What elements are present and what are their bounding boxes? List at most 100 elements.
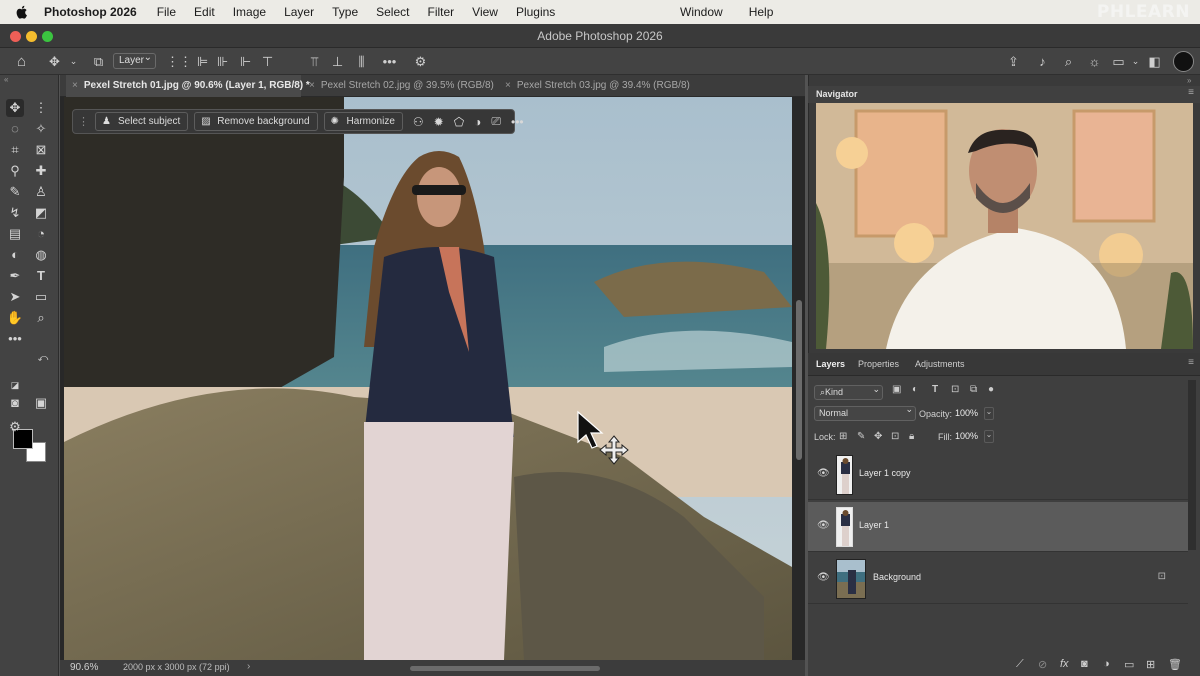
layer-name[interactable]: Background [873,572,921,582]
new-layer-icon[interactable]: ⊞ [1146,658,1155,671]
menu-select[interactable]: Select [376,5,409,19]
select-subject-button[interactable]: ♟ Select subject [95,112,189,131]
blur-tool-icon[interactable]: ◔ [32,225,50,243]
edit-toolbar-icon[interactable]: ⚙ [6,418,24,436]
generative-icon[interactable]: ⎚ [491,114,501,129]
tab-pexel-stretch-01[interactable]: × Pexel Stretch 01.jpg @ 90.6% (Layer 1, … [66,75,310,97]
close-tab-icon[interactable]: × [309,80,315,91]
menu-edit[interactable]: Edit [194,5,215,19]
frame-tool-icon[interactable]: ⊠ [32,141,50,159]
menu-layer[interactable]: Layer [284,5,314,19]
gear-icon[interactable]: ⚙ [413,54,428,69]
cloud-docs-icon[interactable]: ◧ [1147,54,1162,69]
close-tab-icon[interactable]: × [505,80,511,91]
lock-all-icon[interactable]: 🔒︎ [909,431,914,442]
menu-window[interactable]: Window [680,5,723,19]
menu-view[interactable]: View [472,5,498,19]
shape-filter-icon[interactable]: ⊡ [951,384,959,395]
menu-filter[interactable]: Filter [427,5,454,19]
distribute-icon[interactable]: ⫼ [354,54,369,69]
add-mask-icon[interactable]: ◙ [1081,658,1088,670]
opacity-input[interactable]: 100% [955,406,978,421]
gradient-tool-icon[interactable]: ▤ [6,225,24,243]
auto-select-icon[interactable]: ⧉ [91,54,106,69]
filter-toggle-icon[interactable]: ● [988,384,994,395]
align-center-icon[interactable]: ⊪ [215,54,230,69]
layer-row-layer-1-copy[interactable]: 👁︎ Layer 1 copy [808,450,1188,500]
pixel-filter-icon[interactable]: ▣ [892,384,901,395]
link-layers-icon[interactable]: ⊘ [1038,658,1047,671]
pen-tool-icon[interactable]: ✒ [6,267,24,285]
adjustment-layer-icon[interactable]: ◑ [1103,658,1110,670]
tab-pexel-stretch-02[interactable]: × Pexel Stretch 02.jpg @ 39.5% (RGB/8) [305,75,495,97]
align-right-icon[interactable]: ⊩ [238,54,253,69]
type-filter-icon[interactable]: T [932,384,938,395]
align-left-icon[interactable]: ⊫ [195,54,210,69]
clone-stamp-icon[interactable]: ♙ [32,183,50,201]
brush-tool-icon[interactable]: ✎ [6,183,24,201]
vertical-scrollbar[interactable] [796,300,802,460]
workspace-chevron-icon[interactable]: ⌄ [1128,54,1143,69]
blend-mode-dropdown[interactable]: Normal [814,403,916,421]
menu-app-name[interactable]: Photoshop 2026 [44,5,137,19]
lock-transparency-icon[interactable]: ⊞ [839,431,847,442]
magic-wand-icon[interactable]: ✧ [32,120,50,138]
collapse-icon[interactable]: « [4,75,8,84]
lock-position-icon[interactable]: ✥ [874,431,882,442]
move-tool-icon[interactable]: ✥ [6,99,24,117]
visibility-eye-icon[interactable]: 👁︎ [817,520,830,531]
quick-mask-icon[interactable]: ◙ [6,394,24,412]
dodge-tool-icon[interactable]: ◐ [6,246,24,264]
close-tab-icon[interactable]: × [72,80,78,91]
adjustment-filter-icon[interactable]: ◐ [912,384,918,395]
sponge-tool-icon[interactable]: ◍ [32,246,50,264]
fill-slider-toggle[interactable]: ⌄ [984,430,994,443]
fill-input[interactable]: 100% [955,429,978,444]
layer-row-background[interactable]: 👁︎ Background ⊡ [808,554,1188,604]
menu-help[interactable]: Help [749,5,774,19]
eraser-icon[interactable]: ◩ [32,204,50,222]
auto-select-target-dropdown[interactable]: Layer [113,51,156,69]
healing-brush-icon[interactable]: ✚ [32,162,50,180]
hand-tool-icon[interactable]: ✋ [6,309,24,327]
discover-lightbulb-icon[interactable]: ☼ [1087,54,1102,69]
layer-name[interactable]: Layer 1 copy [859,468,911,478]
transform-controls-icon[interactable]: ⋮⋮ [166,54,192,69]
harmonize-button[interactable]: ✺ Harmonize [323,112,403,131]
align-top-icon[interactable]: ⊤ [260,54,275,69]
document-canvas[interactable] [60,97,805,660]
visibility-eye-icon[interactable]: 👁︎ [817,468,830,479]
menu-plugins[interactable]: Plugins [516,5,555,19]
more-options-icon[interactable]: ••• [382,54,397,69]
align-middle-icon[interactable]: ⫪ [307,54,322,69]
lock-image-pixels-icon[interactable]: ✎ [857,431,865,442]
lock-artboard-icon[interactable]: ⊡ [891,431,899,442]
visibility-eye-icon[interactable]: 👁︎ [817,572,830,583]
eyedropper-icon[interactable]: ⚲ [6,162,24,180]
drag-handle-icon[interactable]: ⋮ [78,115,89,128]
crop-tool-icon[interactable]: ⌗ [6,141,24,159]
share-icon[interactable]: ⇪ [1006,54,1021,69]
type-tool-icon[interactable]: T [32,267,50,285]
avatar[interactable] [1173,51,1194,72]
new-group-icon[interactable]: ▭ [1124,658,1134,671]
smart-object-filter-icon[interactable]: ⧉ [970,384,977,395]
zoom-level[interactable]: 90.6% [70,662,98,673]
lasso-tool-icon[interactable]: ◌ [6,120,24,138]
bell-icon[interactable]: ♪ [1035,54,1050,69]
layer-filter-dropdown[interactable]: ⌕Kind ⌄ [814,384,883,400]
tab-adjustments[interactable]: Adjustments [915,359,965,369]
artboard-tool-icon[interactable]: ⋮ [32,99,50,117]
tab-pexel-stretch-03[interactable]: × Pexel Stretch 03.jpg @ 39.4% (RGB/8) [501,75,701,97]
burst-icon[interactable]: ✹ [434,115,444,129]
layer-name[interactable]: Layer 1 [859,520,889,530]
trash-icon[interactable]: 🗑︎ [1168,658,1182,671]
layer-effects-icon[interactable]: fx [1060,658,1069,670]
opacity-slider-toggle[interactable]: ⌄ [984,407,994,420]
tab-properties[interactable]: Properties [858,359,899,369]
default-colors-icon[interactable]: ◪ [6,376,24,394]
move-tool-icon[interactable]: ✥ [47,54,62,69]
apple-icon[interactable] [14,4,30,20]
menu-image[interactable]: Image [233,5,266,19]
tab-layers[interactable]: Layers [816,359,845,369]
